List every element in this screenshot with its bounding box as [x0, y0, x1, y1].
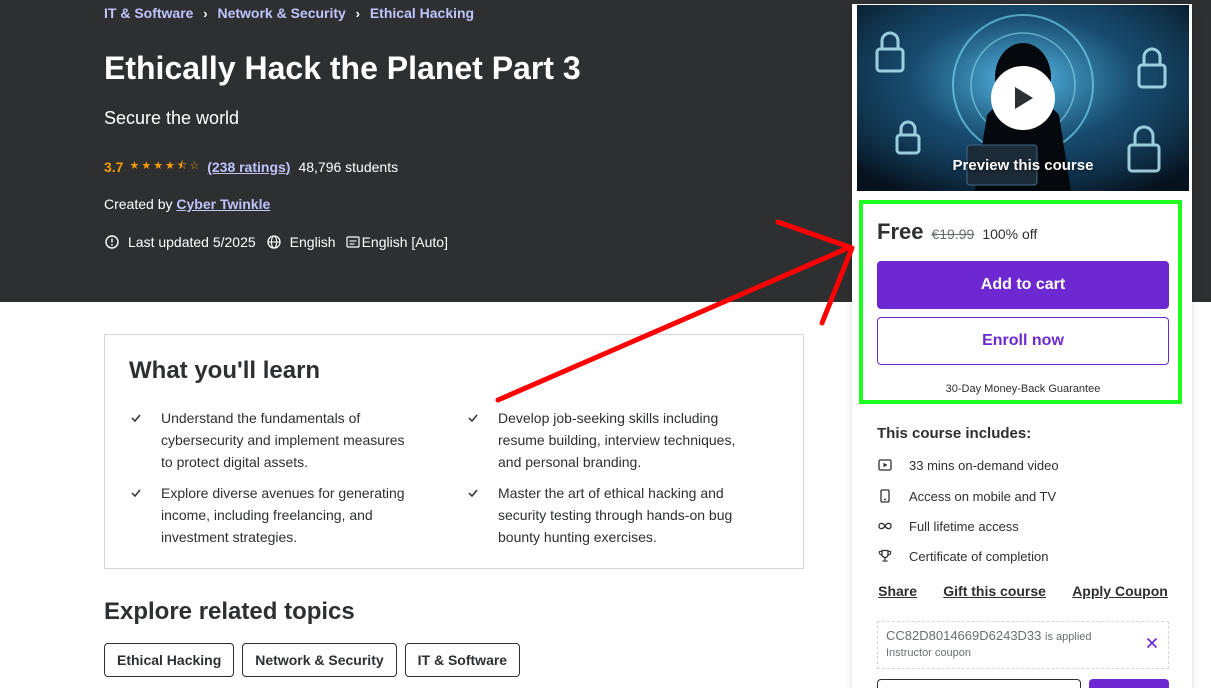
play-icon — [1015, 87, 1033, 109]
gift-course-link[interactable]: Gift this course — [943, 583, 1046, 599]
include-text: 33 mins on-demand video — [909, 457, 1059, 473]
mobile-icon — [877, 488, 893, 504]
include-text: Certificate of completion — [909, 548, 1049, 564]
course-meta: Last updated 5/2025 English English [Aut… — [104, 234, 458, 250]
last-updated-text: Last updated 5/2025 — [128, 234, 256, 250]
include-item-video: 33 mins on-demand video — [877, 457, 1059, 473]
purchase-sidebar: Preview this course Free €19.99 100% off… — [852, 4, 1192, 688]
learn-item: Master the art of ethical hacking and se… — [466, 482, 756, 548]
what-you-learn-box: What you'll learn Understand the fundame… — [104, 334, 804, 569]
learn-item-text: Understand the fundamentals of cybersecu… — [161, 410, 405, 470]
captions-text: English [Auto] — [361, 234, 448, 250]
chevron-right-icon: › — [203, 5, 208, 21]
captions: English [Auto] — [345, 234, 448, 250]
chevron-right-icon: › — [355, 5, 361, 21]
course-title: Ethically Hack the Planet Part 3 — [104, 50, 581, 86]
instructor-link[interactable]: Cyber Twinkle — [176, 196, 270, 212]
learn-item-text: Explore diverse avenues for generating i… — [161, 485, 405, 545]
breadcrumb-network-security[interactable]: Network & Security — [217, 5, 345, 21]
check-icon — [131, 414, 141, 423]
apply-coupon-link[interactable]: Apply Coupon — [1072, 583, 1168, 599]
created-by-label: Created by — [104, 196, 173, 212]
trophy-icon — [877, 548, 893, 564]
play-preview-button[interactable] — [991, 66, 1055, 130]
share-link[interactable]: Share — [878, 583, 917, 599]
learn-item-text: Master the art of ethical hacking and se… — [498, 485, 733, 545]
rating-value: 3.7 — [104, 158, 124, 175]
ratings-count-link[interactable]: (238 ratings) — [207, 159, 290, 175]
includes-title: This course includes: — [877, 425, 1032, 442]
sidebar-links: Share Gift this course Apply Coupon — [853, 583, 1193, 599]
highlight-box — [859, 200, 1182, 404]
applied-coupon: CC82D8014669D6243D33 is applied Instruct… — [877, 621, 1169, 669]
preview-label[interactable]: Preview this course — [857, 157, 1189, 174]
language-text: English — [289, 234, 336, 250]
learn-item: Explore diverse avenues for generating i… — [129, 482, 419, 548]
created-by: Created by Cyber Twinkle — [104, 196, 270, 212]
language: English — [266, 234, 336, 250]
include-item-lifetime: Full lifetime access — [877, 518, 1019, 534]
coupon-code: CC82D8014669D6243D33 — [886, 628, 1042, 643]
include-item-certificate: Certificate of completion — [877, 548, 1048, 564]
check-icon — [468, 489, 478, 498]
course-subtitle: Secure the world — [104, 108, 240, 128]
explore-topics-title: Explore related topics — [104, 598, 355, 625]
rating-row: 3.7 ★★★★⯪☆ (238 ratings) 48,796 students — [104, 157, 398, 176]
breadcrumb: IT & Software › Network & Security › Eth… — [104, 5, 474, 21]
infinity-icon — [877, 518, 893, 534]
include-text: Access on mobile and TV — [909, 488, 1057, 504]
captions-icon — [345, 236, 360, 248]
breadcrumb-ethical-hacking[interactable]: Ethical Hacking — [370, 5, 474, 21]
include-text: Full lifetime access — [909, 518, 1019, 534]
learn-item: Develop job-seeking skills including res… — [466, 407, 756, 473]
learn-item-text: Develop job-seeking skills including res… — [498, 410, 736, 470]
check-icon — [468, 414, 478, 423]
video-icon — [877, 457, 893, 473]
coupon-code-line: CC82D8014669D6243D33 is applied — [886, 628, 1160, 643]
last-updated: Last updated 5/2025 — [104, 234, 256, 250]
students-count: 48,796 students — [298, 158, 399, 175]
close-icon[interactable] — [1146, 636, 1158, 654]
alert-clock-icon — [105, 235, 119, 249]
learn-item: Understand the fundamentals of cybersecu… — [129, 407, 419, 473]
coupon-type: Instructor coupon — [886, 647, 971, 659]
breadcrumb-it-software[interactable]: IT & Software — [104, 5, 193, 21]
learn-title: What you'll learn — [129, 357, 321, 384]
coupon-applied-text: is applied — [1045, 631, 1092, 643]
star-rating-icon: ★★★★⯪☆ — [129, 160, 202, 172]
include-item-mobile: Access on mobile and TV — [877, 488, 1056, 504]
coupon-apply-button[interactable] — [1089, 679, 1169, 688]
topic-it-software[interactable]: IT & Software — [404, 643, 521, 677]
related-topics: Ethical Hacking Network & Security IT & … — [104, 643, 528, 677]
globe-icon — [267, 235, 281, 249]
topic-network-security[interactable]: Network & Security — [242, 643, 397, 677]
check-icon — [131, 489, 141, 498]
topic-ethical-hacking[interactable]: Ethical Hacking — [104, 643, 235, 677]
coupon-input[interactable] — [877, 679, 1081, 688]
course-preview[interactable]: Preview this course — [857, 5, 1189, 191]
